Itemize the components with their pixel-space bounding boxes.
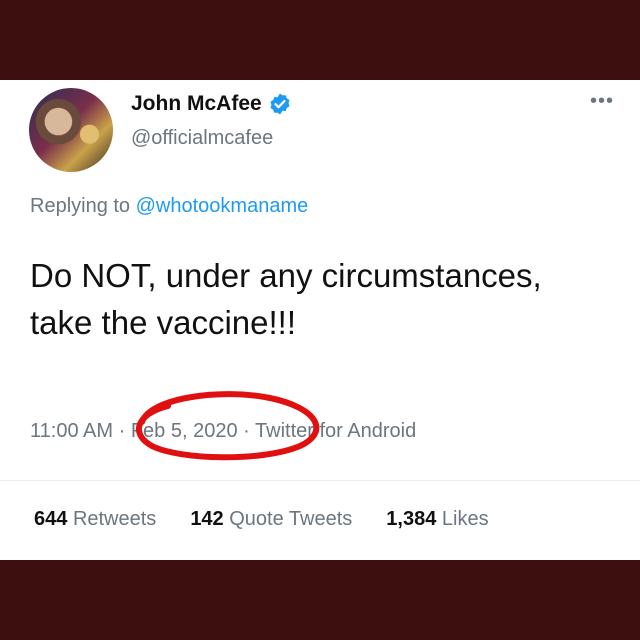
more-options-icon[interactable]: •••	[590, 90, 614, 113]
tweet-source[interactable]: Twitter for Android	[255, 420, 416, 442]
replying-to-label: Replying to	[30, 195, 131, 217]
retweets-label: Retweets	[72, 508, 157, 530]
retweets-stat[interactable]: 644 Retweets	[34, 508, 156, 531]
author-handle[interactable]: @officialmcafee	[131, 127, 273, 150]
likes-label: Likes	[441, 508, 489, 530]
replying-to: Replying to @whotookmaname	[30, 195, 308, 218]
author-name[interactable]: John McAfee	[131, 92, 262, 116]
retweets-count: 644	[34, 508, 68, 530]
divider	[0, 480, 640, 481]
likes-count: 1,384	[386, 508, 437, 530]
engagement-stats: 644 Retweets 142 Quote Tweets 1,384 Like…	[34, 508, 489, 531]
quote-tweets-stat[interactable]: 142 Quote Tweets	[190, 508, 352, 531]
author-name-row[interactable]: John McAfee	[131, 92, 292, 116]
meta-separator: ·	[118, 420, 126, 442]
likes-stat[interactable]: 1,384 Likes	[386, 508, 488, 531]
reply-mention-link[interactable]: @whotookmaname	[136, 195, 309, 217]
tweet-meta: 11:00 AM · Feb 5, 2020 · Twitter for And…	[30, 420, 416, 443]
verified-badge-icon	[270, 93, 290, 115]
tweet-text: Do NOT, under any circumstances, take th…	[30, 257, 542, 341]
tweet-time[interactable]: 11:00 AM	[30, 420, 113, 442]
meta-separator: ·	[243, 420, 250, 442]
tweet-card: John McAfee @officialmcafee ••• Replying…	[0, 80, 640, 560]
quotes-count: 142	[190, 508, 224, 530]
avatar[interactable]	[29, 88, 113, 172]
tweet-date[interactable]: Feb 5, 2020	[131, 420, 238, 442]
quotes-label: Quote Tweets	[229, 508, 353, 530]
